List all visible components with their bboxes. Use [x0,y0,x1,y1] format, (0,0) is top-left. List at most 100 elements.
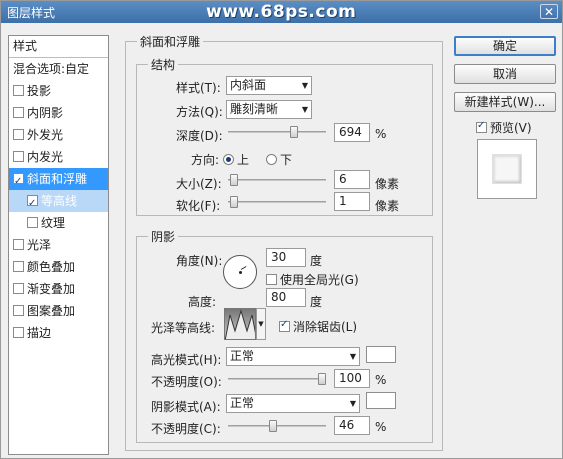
checkbox-icon[interactable] [13,261,24,272]
highlight-opacity-slider[interactable] [228,373,326,385]
dropdown-arrow-icon: ▼ [301,81,308,90]
shadow-opacity-input[interactable]: 46 [334,416,370,435]
direction-up-option[interactable]: 上 [223,151,249,168]
highlight-color-swatch[interactable] [366,346,396,363]
shadow-opacity-unit: % [375,420,387,434]
highlight-mode-select[interactable]: 正常 ▼ [226,347,360,366]
style-item-bevel-emboss[interactable]: 斜面和浮雕 [9,168,108,193]
checkbox-checked-icon[interactable] [13,171,24,193]
checkbox-icon[interactable] [13,239,24,250]
checkbox-icon[interactable] [266,274,277,285]
gloss-contour-preview[interactable] [224,308,256,340]
shadow-mode-select[interactable]: 正常 ▼ [226,394,360,413]
new-style-button[interactable]: 新建样式(W)... [454,92,556,112]
highlight-opacity-unit: % [375,373,387,387]
shadow-opacity-thumb[interactable] [269,420,277,432]
checkbox-icon[interactable] [27,217,38,228]
bevel-emboss-title: 斜面和浮雕 [137,33,204,50]
highlight-opacity-input[interactable]: 100 [334,369,370,388]
preview-swatch [492,154,522,184]
angle-dial-icon[interactable] [223,255,257,289]
title-bar: 图层样式 www.68ps.com ✕ [1,1,562,23]
style-item-texture[interactable]: 纹理 [9,212,108,234]
checkbox-icon[interactable] [13,85,24,96]
depth-slider-thumb[interactable] [290,126,298,138]
angle-label: 角度(N): [176,254,223,268]
size-label: 大小(Z): [176,177,222,191]
style-item-inner-glow[interactable]: 内发光 [9,146,108,168]
style-select[interactable]: 内斜面 ▼ [226,76,312,95]
preview-option[interactable]: 预览(V) [476,119,532,136]
depth-input[interactable]: 694 [334,123,370,142]
altitude-unit: 度 [310,295,323,309]
direction-label: 方向: [191,153,220,167]
style-item-satin[interactable]: 光泽 [9,234,108,256]
angle-unit: 度 [310,254,323,268]
gloss-contour-label: 光泽等高线: [151,321,216,335]
altitude-input[interactable]: 80 [266,288,306,307]
soften-input[interactable]: 1 [334,192,370,211]
technique-label: 方法(Q): [176,105,223,119]
shading-title: 阴影 [148,228,179,245]
dropdown-arrow-icon: ▼ [349,352,356,361]
size-slider-thumb[interactable] [230,174,238,186]
size-unit: 像素 [375,177,400,191]
size-slider[interactable] [228,174,326,186]
checkbox-icon[interactable] [13,151,24,162]
soften-unit: 像素 [375,199,400,213]
shadow-color-swatch[interactable] [366,392,396,409]
contour-curve-icon [225,309,255,339]
depth-unit: % [375,127,387,141]
style-item-gradient-overlay[interactable]: 渐变叠加 [9,278,108,300]
size-input[interactable]: 6 [334,170,370,189]
watermark: www.68ps.com [206,2,357,22]
soften-slider[interactable] [228,196,326,208]
highlight-opacity-thumb[interactable] [318,373,326,385]
style-item-pattern-overlay[interactable]: 图案叠加 [9,300,108,322]
style-preview-thumbnail [477,139,537,199]
altitude-label: 高度: [188,295,217,309]
depth-slider[interactable] [228,126,326,138]
close-icon[interactable]: ✕ [540,4,558,19]
checkbox-icon[interactable] [13,327,24,338]
styles-list: 样式 混合选项:自定 投影 内阴影 外发光 内发光 斜面和浮雕 等高线 纹理 光… [8,35,109,455]
window-title: 图层样式 [7,6,56,20]
style-item-outer-glow[interactable]: 外发光 [9,124,108,146]
shadow-opacity-slider[interactable] [228,420,326,432]
gloss-contour-dropdown[interactable]: ▼ [256,308,266,340]
checkbox-icon[interactable] [13,283,24,294]
radio-selected-icon[interactable] [223,154,234,165]
technique-select[interactable]: 雕刻清晰 ▼ [226,100,312,119]
layer-style-dialog: 图层样式 www.68ps.com ✕ 样式 混合选项:自定 投影 内阴影 外发… [0,0,563,459]
highlight-mode-label: 高光模式(H): [151,353,222,367]
cancel-button[interactable]: 取消 [454,64,556,84]
dropdown-arrow-icon: ▼ [349,399,356,408]
shadow-opacity-label: 不透明度(C): [151,422,221,436]
checkbox-checked-icon[interactable] [279,319,290,332]
blend-options-item[interactable]: 混合选项:自定 [9,58,108,80]
ok-button[interactable]: 确定 [454,36,556,56]
structure-title: 结构 [148,56,179,73]
checkbox-checked-icon[interactable] [476,120,487,133]
angle-input[interactable]: 30 [266,248,306,267]
global-light-option[interactable]: 使用全局光(G) [266,271,359,288]
highlight-opacity-label: 不透明度(O): [151,375,222,389]
styles-header[interactable]: 样式 [9,36,108,58]
dropdown-arrow-icon: ▼ [301,105,308,114]
style-item-inner-shadow[interactable]: 内阴影 [9,102,108,124]
dropdown-arrow-icon: ▼ [258,320,264,328]
radio-icon[interactable] [266,154,277,165]
style-label: 样式(T): [176,81,221,95]
checkbox-checked-icon[interactable] [27,193,38,215]
direction-down-option[interactable]: 下 [266,151,292,168]
checkbox-icon[interactable] [13,129,24,140]
style-item-drop-shadow[interactable]: 投影 [9,80,108,102]
antialias-option[interactable]: 消除锯齿(L) [279,318,357,335]
style-item-color-overlay[interactable]: 颜色叠加 [9,256,108,278]
style-item-contour[interactable]: 等高线 [9,190,108,215]
style-item-stroke[interactable]: 描边 [9,322,108,344]
soften-label: 软化(F): [176,199,221,213]
checkbox-icon[interactable] [13,107,24,118]
checkbox-icon[interactable] [13,305,24,316]
soften-slider-thumb[interactable] [230,196,238,208]
